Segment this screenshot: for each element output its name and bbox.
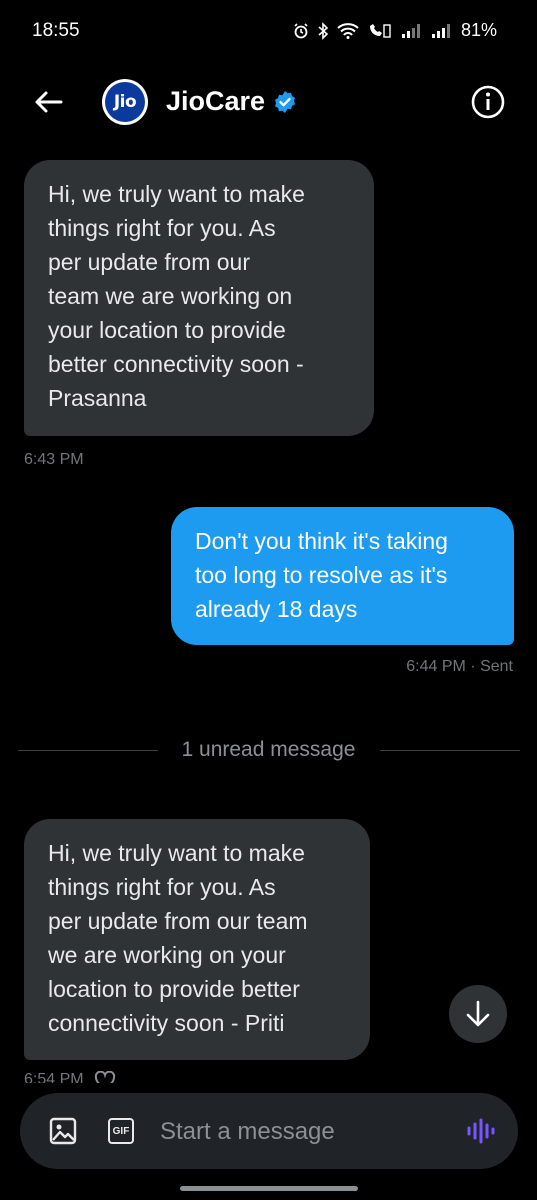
audio-wave-icon (467, 1118, 495, 1144)
gif-icon: GIF (108, 1118, 134, 1144)
info-icon (471, 85, 505, 119)
unread-divider: 1 unread message (181, 738, 356, 761)
arrow-down-icon (466, 1000, 490, 1027)
image-button[interactable] (46, 1114, 80, 1148)
back-arrow-icon (35, 91, 63, 113)
home-indicator[interactable] (180, 1186, 358, 1191)
signal-icon (401, 23, 423, 39)
volte-icon (367, 23, 393, 39)
signal-icon (431, 23, 453, 39)
message-bubble-outgoing[interactable]: Don't you think it's taking too long to … (171, 507, 514, 645)
bluetooth-icon (317, 21, 329, 40)
verified-badge-icon (275, 90, 296, 113)
page-title: JioCare (166, 86, 266, 116)
voice-message-button[interactable] (462, 1113, 498, 1149)
message-timestamp-sent: 6:44 PM · Sent (406, 658, 513, 675)
battery-level: 81% (460, 20, 497, 40)
conversation-title[interactable]: JioCare (166, 86, 297, 117)
message-bubble-incoming[interactable]: Hi, we truly want to make things right f… (24, 819, 370, 1060)
message-meta-row: 6:54 PM (24, 1071, 116, 1083)
alarm-icon (293, 22, 309, 39)
message-bubble-incoming[interactable]: Hi, we truly want to make things right f… (24, 160, 374, 436)
gif-button[interactable]: GIF (104, 1114, 138, 1148)
wifi-icon (337, 22, 359, 39)
image-icon (49, 1117, 77, 1145)
back-button[interactable] (30, 86, 66, 118)
avatar-text: Jio (105, 82, 145, 122)
message-timestamp: 6:43 PM (24, 451, 84, 468)
scroll-down-button[interactable] (449, 985, 507, 1043)
avatar[interactable]: Jio (102, 79, 148, 125)
info-button[interactable] (470, 84, 506, 120)
message-input[interactable] (158, 1113, 422, 1151)
gif-label: GIF (112, 1125, 130, 1137)
status-time: 18:55 (32, 20, 80, 41)
message-timestamp: 6:54 PM (24, 1071, 84, 1083)
react-heart-icon[interactable] (94, 1071, 116, 1083)
status-icons: 81% (293, 20, 497, 41)
